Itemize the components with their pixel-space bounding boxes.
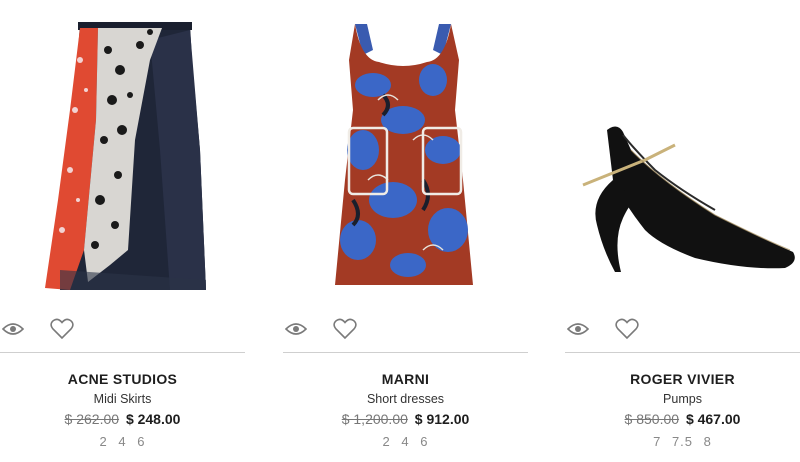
eye-icon[interactable] [566, 322, 590, 341]
sale-price: $ 248.00 [125, 411, 181, 427]
brand-name[interactable]: ACNE STUDIOS [0, 370, 245, 388]
card-actions [283, 318, 528, 344]
old-price: $ 1,200.00 [341, 411, 408, 427]
product-card[interactable]: ROGER VIVIER Pumps $ 850.00 $ 467.00 7 7… [565, 0, 800, 462]
size-option[interactable]: 7.5 [672, 434, 693, 449]
size-option[interactable]: 6 [420, 434, 428, 449]
product-info: MARNI Short dresses $ 1,200.00 $ 912.00 … [283, 370, 528, 450]
size-option[interactable]: 6 [137, 434, 145, 449]
card-actions [0, 318, 245, 344]
sale-price: $ 467.00 [685, 411, 741, 427]
category-label: Short dresses [366, 392, 445, 406]
divider [283, 352, 528, 353]
skirt-image [45, 22, 206, 290]
category-label: Pumps [663, 392, 702, 406]
divider [565, 352, 800, 353]
price-row: $ 850.00 $ 467.00 [565, 410, 800, 428]
heart-icon[interactable] [615, 318, 639, 345]
eye-icon[interactable] [284, 322, 308, 341]
product-info: ACNE STUDIOS Midi Skirts $ 262.00 $ 248.… [0, 370, 245, 450]
size-option[interactable]: 7 [653, 434, 661, 449]
size-option[interactable]: 8 [704, 434, 712, 449]
brand-name[interactable]: ROGER VIVIER [565, 370, 800, 388]
product-card[interactable]: MARNI Short dresses $ 1,200.00 $ 912.00 … [283, 0, 528, 462]
card-actions [565, 318, 800, 344]
size-option[interactable]: 4 [401, 434, 409, 449]
dress-image [335, 24, 473, 285]
product-info: ROGER VIVIER Pumps $ 850.00 $ 467.00 7 7… [565, 370, 800, 450]
heart-icon[interactable] [333, 318, 357, 345]
eye-icon[interactable] [1, 322, 25, 341]
size-list: 7 7.5 8 [565, 434, 800, 450]
sale-price: $ 912.00 [414, 411, 470, 427]
size-list: 2 4 6 [283, 434, 528, 450]
brand-name[interactable]: MARNI [283, 370, 528, 388]
heart-icon[interactable] [50, 318, 74, 345]
price-row: $ 1,200.00 $ 912.00 [283, 410, 528, 428]
category-label: Midi Skirts [93, 392, 152, 406]
old-price: $ 262.00 [64, 411, 120, 427]
size-list: 2 4 6 [0, 434, 245, 450]
price-row: $ 262.00 $ 248.00 [0, 410, 245, 428]
old-price: $ 850.00 [624, 411, 680, 427]
product-card[interactable]: ACNE STUDIOS Midi Skirts $ 262.00 $ 248.… [0, 0, 245, 462]
product-image[interactable] [565, 0, 800, 305]
size-option[interactable]: 2 [100, 434, 108, 449]
pump-shoe-image [582, 126, 795, 272]
divider [0, 352, 245, 353]
size-option[interactable]: 4 [118, 434, 126, 449]
size-option[interactable]: 2 [383, 434, 391, 449]
product-image[interactable] [283, 0, 528, 305]
product-image[interactable] [0, 0, 245, 305]
